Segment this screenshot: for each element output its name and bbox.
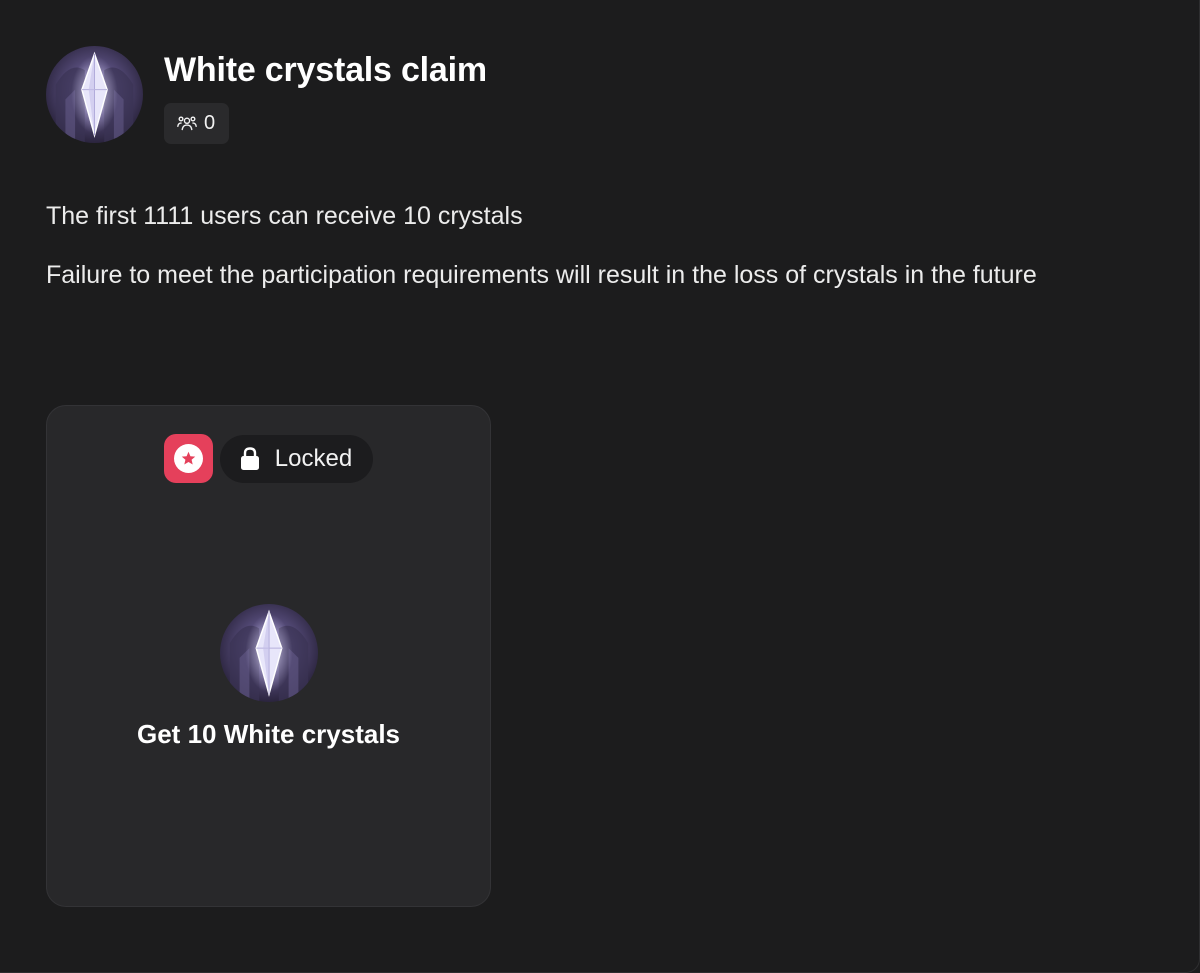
members-count-badge[interactable]: 0: [164, 103, 230, 144]
description-line-2: Failure to meet the participation requir…: [46, 261, 1037, 289]
header-text: White crystals claim 0: [164, 46, 487, 144]
quest-card[interactable]: Locked Get 10 White crystals: [46, 405, 491, 907]
users-icon: [177, 115, 197, 130]
reward-title: Get 10 White crystals: [137, 719, 400, 749]
locked-badge: Locked: [219, 434, 374, 483]
members-count: 0: [204, 112, 216, 134]
locked-label: Locked: [274, 444, 353, 472]
page-title: White crystals claim: [164, 51, 487, 89]
description: The first 1111 users can receive 10 crys…: [46, 193, 1156, 311]
star-icon: [173, 444, 203, 473]
card-badges: Locked: [47, 434, 490, 483]
star-badge: [163, 434, 213, 483]
white-crystal-icon: [46, 46, 143, 143]
white-crystal-icon: [220, 604, 318, 702]
description-line-1: The first 1111 users can receive 10 crys…: [46, 202, 523, 230]
header: White crystals claim 0: [46, 46, 487, 144]
lock-icon: [240, 446, 259, 470]
